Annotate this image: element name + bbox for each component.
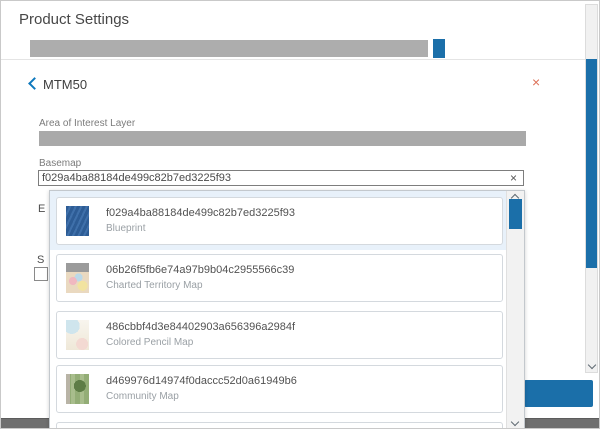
area-of-interest-label: Area of Interest Layer — [39, 118, 135, 129]
basemap-dropdown-list: f029a4ba88184de499c82b7ed3225f93 Bluepri… — [49, 190, 525, 429]
page-scrollbar-thumb[interactable] — [586, 59, 597, 268]
product-settings-window: Product Settings MTM50 × Area of Interes… — [0, 0, 600, 429]
item-id: 06b26f5fb6e74a97b9b04c2955566c39 — [106, 264, 294, 277]
page-title: Product Settings — [19, 11, 129, 28]
back-label[interactable]: MTM50 — [43, 77, 87, 92]
clipped-checkbox[interactable] — [34, 267, 48, 281]
basemap-label: Basemap — [39, 158, 81, 169]
basemap-thumbnail-blueprint — [66, 206, 89, 236]
dropdown-scrollbar[interactable] — [506, 191, 524, 429]
item-title: Blueprint — [106, 223, 295, 235]
clear-icon[interactable]: × — [510, 171, 517, 185]
item-id: f029a4ba88184de499c82b7ed3225f93 — [106, 207, 295, 220]
item-title: Charted Territory Map — [106, 280, 294, 292]
back-chevron-icon[interactable] — [28, 77, 41, 90]
clipped-field-label-s: S — [37, 254, 44, 266]
list-item-blueprint[interactable]: f029a4ba88184de499c82b7ed3225f93 Bluepri… — [56, 197, 503, 245]
item-title: Community Map — [106, 391, 297, 403]
item-title: Colored Pencil Map — [106, 337, 295, 349]
primary-action-button[interactable] — [524, 380, 593, 407]
scroll-down-icon[interactable] — [511, 418, 519, 426]
scroll-down-icon[interactable] — [588, 361, 596, 369]
basemap-thumbnail-colored-pencil — [66, 320, 89, 350]
page-scrollbar[interactable] — [585, 4, 598, 373]
header-gray-bar — [30, 40, 428, 57]
item-id: d469976d14974f0daccc52d0a61949b6 — [106, 375, 297, 388]
list-item-colored-pencil[interactable]: 486cbbf4d3e84402903a656396a2984f Colored… — [56, 311, 503, 359]
list-item-charted-territory[interactable]: 06b26f5fb6e74a97b9b04c2955566c39 Charted… — [56, 254, 503, 302]
header-divider — [1, 59, 585, 60]
basemap-input-value: f029a4ba88184de499c82b7ed3225f93 — [42, 172, 231, 185]
item-id: 486cbbf4d3e84402903a656396a2984f — [106, 321, 295, 334]
area-of-interest-input[interactable] — [39, 131, 526, 146]
basemap-input[interactable]: f029a4ba88184de499c82b7ed3225f93 × — [38, 170, 524, 186]
header-blue-chip — [433, 39, 445, 58]
clipped-field-label-e: E — [38, 203, 45, 215]
close-icon[interactable]: × — [532, 75, 540, 89]
list-item-partial[interactable] — [56, 422, 503, 429]
basemap-thumbnail-charted-territory — [66, 263, 89, 293]
list-item-community[interactable]: d469976d14974f0daccc52d0a61949b6 Communi… — [56, 365, 503, 413]
basemap-thumbnail-community — [66, 374, 89, 404]
dropdown-scrollbar-thumb[interactable] — [509, 199, 522, 229]
